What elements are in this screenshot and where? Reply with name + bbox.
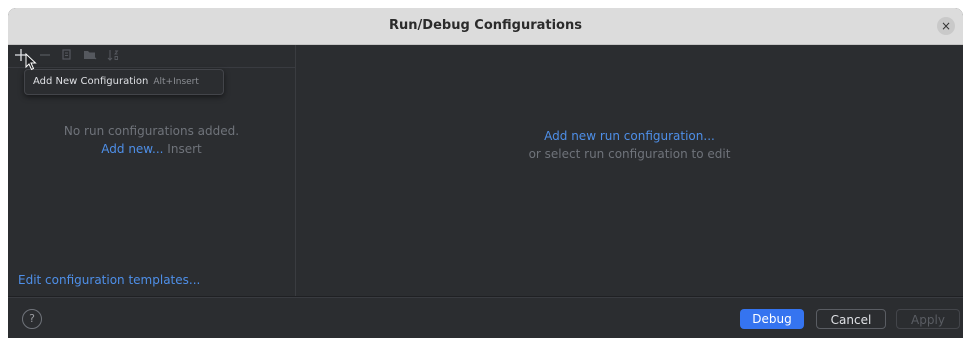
add-new-run-configuration-link[interactable]: Add new run configuration... — [296, 129, 963, 143]
copy-icon[interactable] — [60, 48, 74, 62]
run-debug-dialog: Run/Debug Configurations × No run config… — [8, 8, 963, 338]
apply-button[interactable]: Apply — [896, 309, 960, 329]
minus-icon[interactable] — [38, 48, 52, 62]
add-new-link[interactable]: Add new... — [101, 142, 163, 156]
folder-icon[interactable] — [83, 48, 97, 62]
dialog-footer: ? Debug Cancel Apply — [8, 297, 963, 338]
mouse-cursor-icon — [25, 52, 37, 71]
sort-icon[interactable] — [106, 48, 120, 62]
configurations-toolbar — [8, 45, 295, 68]
cancel-button[interactable]: Cancel — [816, 309, 886, 329]
tooltip-label: Add New Configuration — [33, 76, 149, 87]
dialog-titlebar: Run/Debug Configurations × — [8, 8, 963, 45]
help-button[interactable]: ? — [22, 309, 42, 329]
edit-configuration-templates-link[interactable]: Edit configuration templates... — [18, 273, 200, 287]
add-new-shortcut-hint: Insert — [167, 142, 202, 156]
add-new-line: Add new... Insert — [8, 142, 295, 156]
add-configuration-tooltip: Add New Configuration Alt+Insert — [24, 69, 224, 95]
select-configuration-hint: or select run configuration to edit — [528, 147, 731, 161]
empty-configurations-message: No run configurations added. — [63, 124, 240, 138]
debug-button[interactable]: Debug — [740, 309, 804, 329]
close-button[interactable]: × — [937, 17, 955, 35]
dialog-title: Run/Debug Configurations — [389, 18, 582, 33]
tooltip-shortcut: Alt+Insert — [153, 77, 199, 87]
configuration-details-panel: Add new run configuration... or select r… — [296, 45, 963, 296]
